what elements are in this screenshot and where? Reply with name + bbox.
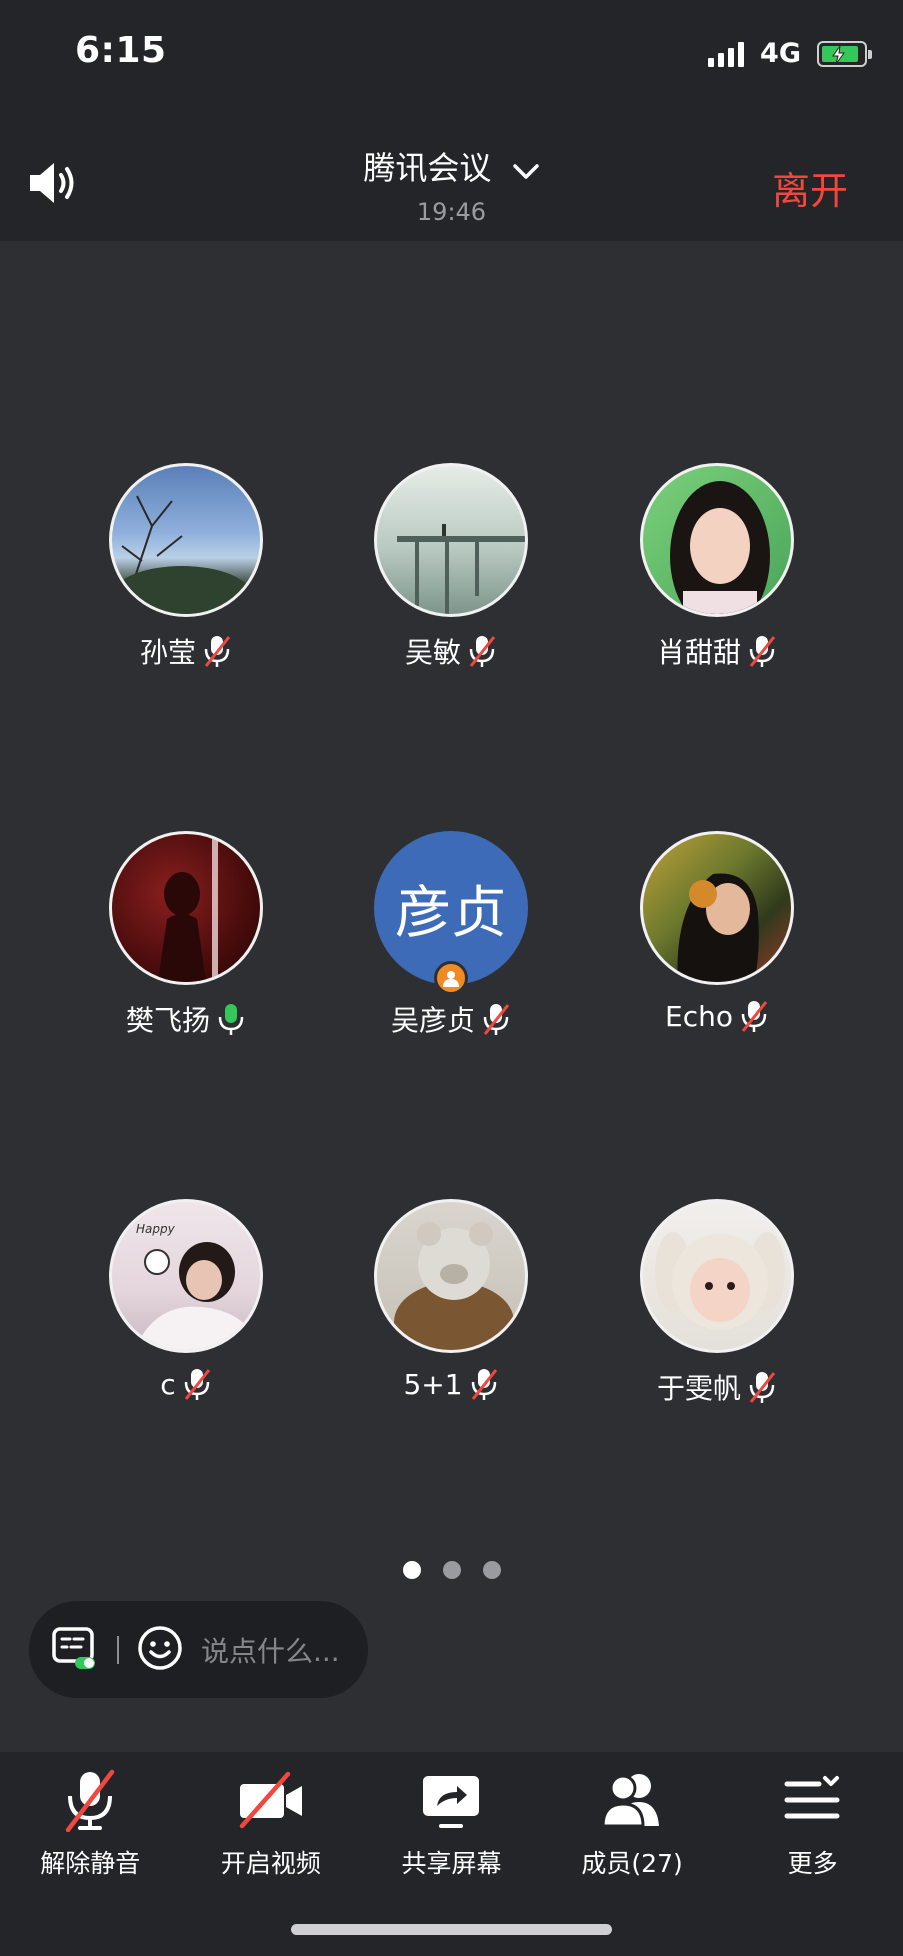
chat-placeholder[interactable]: 说点什么...: [201, 1630, 340, 1670]
meeting-title[interactable]: 腾讯会议: [0, 143, 903, 189]
meeting-elapsed-time: 19:46: [416, 198, 487, 226]
unmute-label: 解除静音: [40, 1849, 141, 1878]
avatar: [109, 463, 263, 617]
mic-muted-icon: [469, 1367, 499, 1401]
start-video-label: 开启视频: [220, 1849, 321, 1878]
avatar: [374, 463, 528, 617]
participant-name: 于雯帆: [656, 1372, 741, 1405]
top-bar: 6:15 4G 腾讯会议 19:46 离开: [0, 0, 903, 241]
participant-tile[interactable]: 于雯帆: [587, 1199, 847, 1407]
participant-name: 吴敏: [404, 636, 461, 669]
avatar: 彦贞: [374, 831, 528, 995]
participant-tile[interactable]: 肖甜甜: [587, 463, 847, 671]
participant-tile[interactable]: 吴敏: [321, 463, 581, 671]
participant-name: 肖甜甜: [656, 636, 741, 669]
more-label: 更多: [787, 1849, 838, 1878]
participant-name: 吴彦贞: [390, 1004, 475, 1037]
avatar: [109, 831, 263, 985]
avatar-initials: 彦贞: [395, 880, 507, 946]
meeting-title-text: 腾讯会议: [363, 149, 492, 187]
mic-muted-icon: [66, 1769, 115, 1832]
page-dot-active[interactable]: [402, 1561, 421, 1579]
more-menu-icon: [784, 1776, 840, 1819]
avatar: [640, 831, 794, 985]
avatar: [640, 463, 794, 617]
page-dot[interactable]: [482, 1561, 501, 1579]
host-icon: [434, 961, 468, 995]
page-dot[interactable]: [442, 1561, 461, 1579]
mic-muted-icon: [182, 1367, 212, 1401]
participant-tile[interactable]: Echo: [587, 831, 847, 1033]
battery-charging-icon: [817, 40, 872, 67]
divider: [117, 1635, 119, 1664]
participant-tile[interactable]: 5+1: [321, 1199, 581, 1401]
unmute-button[interactable]: 解除静音: [0, 1752, 181, 1956]
cellular-signal-icon: [708, 41, 745, 67]
more-button[interactable]: 更多: [722, 1752, 903, 1956]
members-icon: [601, 1774, 660, 1828]
mic-muted-icon: [467, 634, 497, 668]
members-label: 成员(27): [581, 1849, 683, 1878]
share-screen-label: 共享屏幕: [401, 1849, 502, 1878]
chat-input-bar[interactable]: 说点什么...: [29, 1601, 368, 1698]
chevron-down-icon: [512, 151, 540, 189]
participant-tile[interactable]: 樊飞扬: [56, 831, 316, 1039]
status-time: 6:15: [75, 30, 167, 71]
participant-name: Echo: [665, 999, 733, 1033]
avatar: Happy: [109, 1199, 263, 1353]
page-indicator[interactable]: [0, 1561, 903, 1579]
avatar: [640, 1199, 794, 1353]
participant-name: c: [160, 1367, 176, 1401]
participant-name: 樊飞扬: [125, 1004, 210, 1037]
subtitle-icon[interactable]: [51, 1625, 97, 1675]
leave-button[interactable]: 离开: [772, 160, 848, 215]
mic-muted-icon: [747, 1370, 777, 1404]
participant-name: 5+1: [403, 1367, 463, 1401]
mic-active-icon: [216, 1002, 246, 1036]
mic-muted-icon: [739, 999, 769, 1033]
home-indicator[interactable]: [291, 1924, 612, 1935]
status-indicators: 4G: [708, 38, 872, 69]
mic-muted-icon: [202, 634, 232, 668]
participant-tile[interactable]: Happy c: [56, 1199, 316, 1401]
participant-tile[interactable]: 孙莹: [56, 463, 316, 671]
network-type: 4G: [760, 38, 801, 69]
mic-muted-icon: [481, 1002, 511, 1036]
avatar: [374, 1199, 528, 1353]
participant-tile[interactable]: 彦贞 吴彦贞: [321, 831, 581, 1039]
avatar-caption: Happy: [136, 1222, 175, 1236]
share-screen-icon: [423, 1776, 480, 1828]
emoji-icon[interactable]: [137, 1625, 183, 1675]
camera-off-icon: [239, 1771, 302, 1829]
participant-name: 孙莹: [139, 636, 196, 669]
mic-muted-icon: [747, 634, 777, 668]
